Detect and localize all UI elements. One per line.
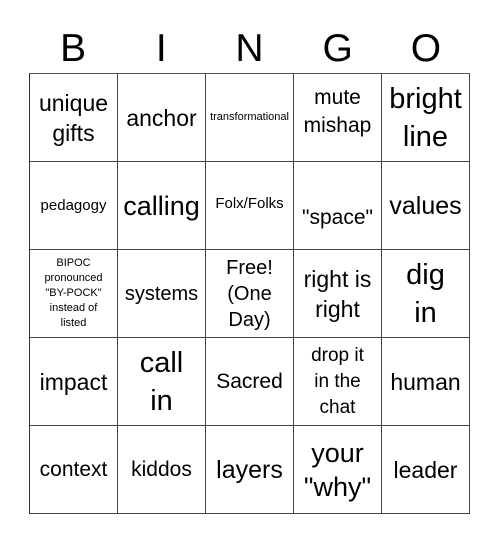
bingo-cell[interactable]: your "why" xyxy=(294,426,382,514)
bingo-cell[interactable]: mute mishap xyxy=(294,74,382,162)
bingo-cell[interactable]: impact xyxy=(30,338,118,426)
bingo-cell[interactable]: leader xyxy=(382,426,470,514)
cell-text: calling xyxy=(123,190,200,221)
bingo-cell[interactable]: Folx/Folks xyxy=(206,162,294,250)
bingo-cell[interactable]: Free! (One Day) xyxy=(206,250,294,338)
cell-text: bright line xyxy=(389,82,462,153)
cell-text: systems xyxy=(124,282,199,305)
bingo-cell[interactable]: Sacred xyxy=(206,338,294,426)
bingo-cell[interactable]: "space" xyxy=(294,162,382,250)
bingo-cell[interactable]: dig in xyxy=(382,250,470,338)
cell-text: call in xyxy=(139,346,184,417)
header-letter-o: O xyxy=(410,27,442,70)
cell-text: Folx/Folks xyxy=(215,194,284,212)
cell-text: human xyxy=(390,368,461,395)
cell-text: anchor xyxy=(126,104,197,131)
bingo-cell[interactable]: bright line xyxy=(382,74,470,162)
bingo-cell[interactable]: BIPOC pronounced "BY-POCK" instead of li… xyxy=(30,250,118,338)
bingo-cell[interactable]: calling xyxy=(118,162,206,250)
bingo-cell[interactable]: layers xyxy=(206,426,294,514)
cell-text: pedagogy xyxy=(40,196,107,214)
cell-text: dig in xyxy=(406,258,445,329)
header-letter-b: B xyxy=(60,27,87,70)
cell-text: impact xyxy=(39,368,108,395)
bingo-cell[interactable]: drop it in the chat xyxy=(294,338,382,426)
cell-text: mute mishap xyxy=(303,85,372,137)
cell-text: "space" xyxy=(302,205,373,229)
bingo-cell[interactable]: right is right xyxy=(294,250,382,338)
bingo-cell[interactable]: human xyxy=(382,338,470,426)
bingo-card-grid: unique gifts anchor transformational mut… xyxy=(29,73,470,514)
bingo-cell[interactable]: transformational xyxy=(206,74,294,162)
cell-text: kiddos xyxy=(131,457,192,481)
header-letter-g: G xyxy=(322,27,353,70)
cell-text: Free! (One Day) xyxy=(226,256,273,331)
cell-text: drop it in the chat xyxy=(311,344,364,418)
bingo-cell[interactable]: pedagogy xyxy=(30,162,118,250)
cell-text: your "why" xyxy=(303,437,372,502)
bingo-cell[interactable]: unique gifts xyxy=(30,74,118,162)
cell-text: Sacred xyxy=(216,369,283,393)
cell-text: layers xyxy=(216,455,283,484)
bingo-cell[interactable]: kiddos xyxy=(118,426,206,514)
cell-text: leader xyxy=(393,456,458,483)
cell-text: right is right xyxy=(303,265,372,322)
bingo-cell[interactable]: anchor xyxy=(118,74,206,162)
cell-text: values xyxy=(389,191,462,220)
cell-text: BIPOC pronounced "BY-POCK" instead of li… xyxy=(44,257,103,329)
bingo-cell[interactable]: systems xyxy=(118,250,206,338)
bingo-header: B I N G O xyxy=(29,26,470,72)
header-letter-i: I xyxy=(155,27,167,70)
header-letter-n: N xyxy=(235,27,264,70)
cell-text: transformational xyxy=(210,111,289,123)
bingo-cell[interactable]: context xyxy=(30,426,118,514)
cell-text: context xyxy=(39,457,108,481)
cell-text: unique gifts xyxy=(38,89,109,146)
bingo-cell[interactable]: call in xyxy=(118,338,206,426)
bingo-cell[interactable]: values xyxy=(382,162,470,250)
